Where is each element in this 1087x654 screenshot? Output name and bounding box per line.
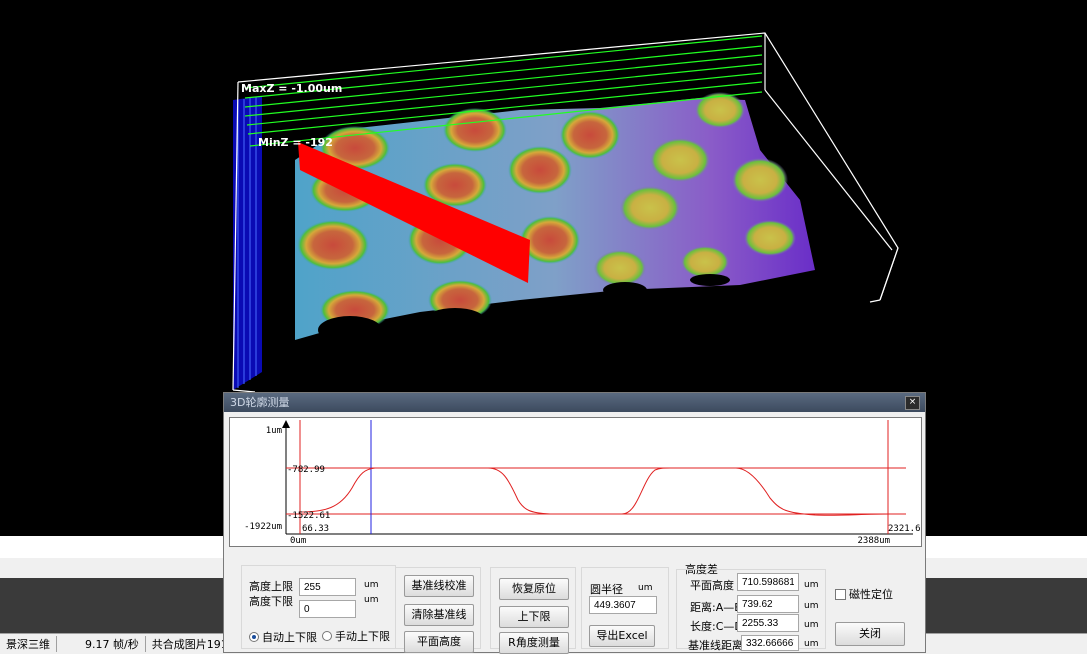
status-mode: 景深三维 (0, 636, 57, 652)
flat-height-unit: um (804, 580, 819, 590)
reset-button[interactable]: 恢复原位 (499, 578, 569, 600)
length-cd-unit: um (804, 620, 819, 630)
baseline-panel: 基准线校准 清除基准线 平面高度 (395, 567, 481, 653)
limits-button[interactable]: 上下限 (499, 606, 569, 628)
profile-plot[interactable]: 1um -1922um -782.99 -1522.61 66.33 0um 2… (229, 417, 926, 547)
y-axis-arrow (282, 420, 290, 428)
radio-auto-label: 自动上下限 (262, 631, 317, 644)
radio-manual-limits[interactable]: 手动上下限 (322, 628, 390, 644)
baseline-dist-unit: um (804, 639, 819, 649)
radio-auto-limits[interactable]: 自动上下限 (249, 629, 317, 645)
height-lower-unit: um (364, 595, 379, 605)
radius-unit: um (638, 583, 653, 593)
height-lower-label: 高度下限 (249, 595, 293, 608)
height-upper-input[interactable] (299, 578, 356, 596)
dist-ab-unit: um (804, 601, 819, 611)
radius-input[interactable] (589, 596, 657, 614)
magnetic-checkbox[interactable]: 磁性定位 (835, 586, 893, 602)
length-cd-input[interactable] (737, 614, 799, 632)
close-button[interactable]: 关闭 (835, 622, 905, 646)
min-z-label: MinZ = -192 (258, 136, 333, 149)
profile-curve (299, 467, 891, 516)
lower-value-label: -1522.61 (287, 511, 330, 521)
height-lower-input[interactable] (299, 600, 356, 618)
magnetic-label: 磁性定位 (849, 588, 893, 601)
height-diff-panel: 平面高度 um 距离:A—B um 长度:C—D um 基准线距离 um (676, 569, 826, 652)
radio-auto-dot (249, 632, 259, 642)
x-start-label: 0um (290, 536, 306, 546)
baseline-dist-input[interactable] (741, 635, 799, 651)
checkbox-box (835, 588, 846, 600)
clear-baseline-button[interactable]: 清除基准线 (404, 604, 474, 626)
y-top-label: 1um (266, 426, 282, 436)
view-panel: 恢复原位 上下限 R角度测量 (490, 567, 576, 654)
flat-height-input[interactable] (737, 573, 799, 591)
angle-measure-button[interactable]: R角度测量 (499, 632, 569, 654)
status-fps: 9.17 帧/秒 (57, 636, 146, 652)
radius-label: 圆半径 (590, 583, 623, 596)
dialog-titlebar[interactable]: 3D轮廓测量 × (224, 393, 925, 412)
upper-value-label: -782.99 (287, 465, 325, 475)
length-cd-label: 长度:C—D (690, 620, 743, 633)
dialog-title: 3D轮廓测量 (230, 396, 290, 409)
flat-height-button[interactable]: 平面高度 (404, 631, 474, 653)
y-bottom-label: -1922um (244, 522, 282, 532)
right-value-label: 2321.67 (888, 524, 921, 534)
radio-manual-label: 手动上下限 (335, 630, 390, 643)
close-icon[interactable]: × (905, 396, 920, 410)
export-excel-button[interactable]: 导出Excel (589, 625, 655, 647)
dist-ab-input[interactable] (737, 595, 799, 613)
left-value-label: 66.33 (302, 524, 329, 534)
x-end-label: 2388um (857, 536, 890, 546)
height-upper-unit: um (364, 580, 379, 590)
dist-ab-label: 距离:A—B (690, 601, 742, 614)
profile-chart: 1um -1922um -782.99 -1522.61 66.33 0um 2… (244, 420, 926, 546)
max-z-label: MaxZ = -1.00um (241, 82, 343, 95)
height-upper-label: 高度上限 (249, 580, 293, 593)
3d-profile-dialog: 3D轮廓测量 × 1um -1922um -782.99 -1522.61 66… (223, 392, 926, 654)
flat-height-label: 平面高度 (690, 579, 734, 592)
baseline-dist-label: 基准线距离 (688, 639, 743, 652)
baseline-calib-button[interactable]: 基准线校准 (404, 575, 474, 597)
radius-panel: 圆半径 um 导出Excel (581, 567, 669, 649)
radio-manual-dot (322, 631, 332, 641)
